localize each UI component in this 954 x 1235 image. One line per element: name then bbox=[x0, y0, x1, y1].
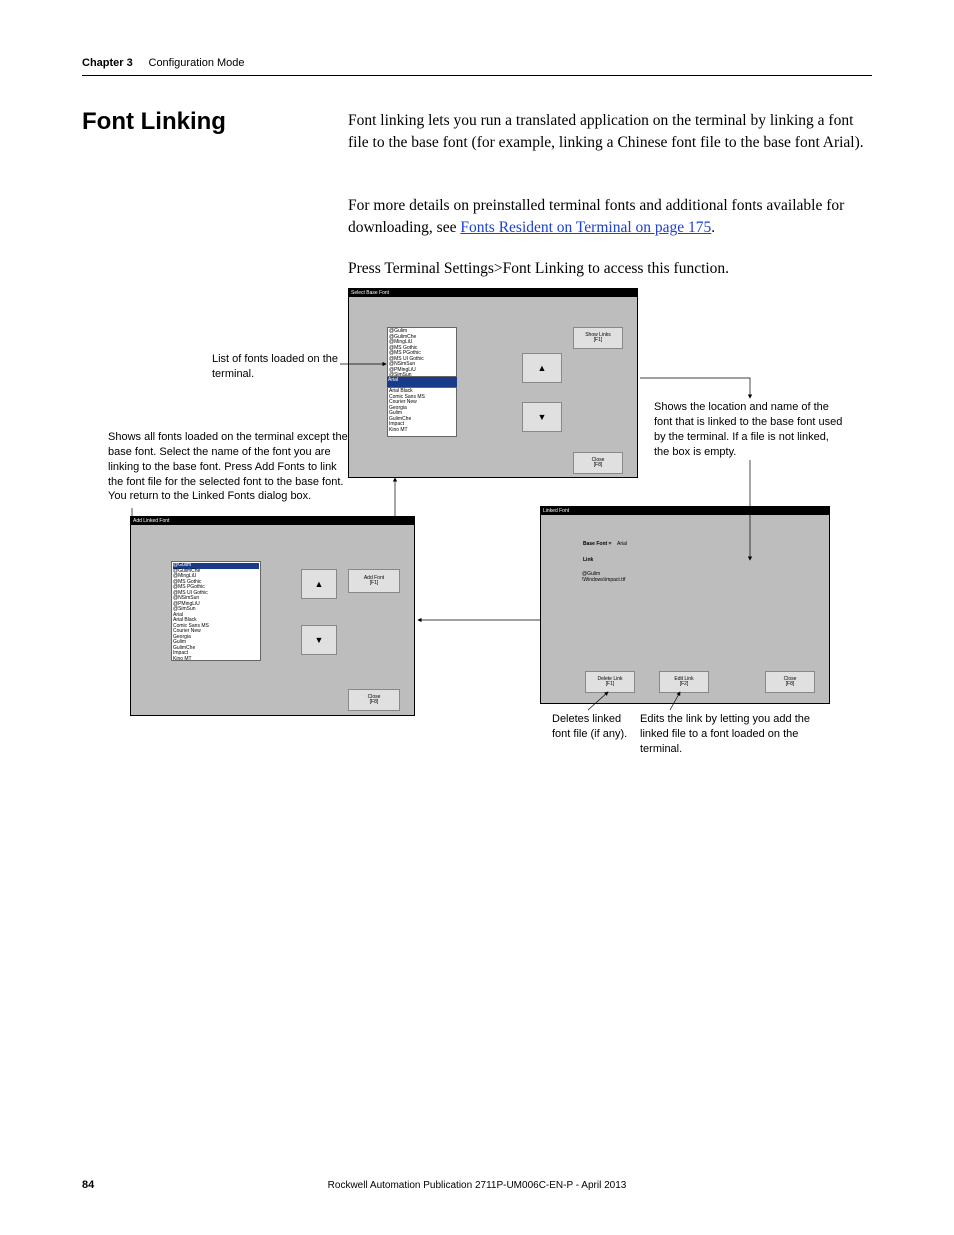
titlebar: Linked Font bbox=[541, 507, 829, 515]
list-item[interactable]: Kino MT bbox=[389, 427, 408, 433]
font-listbox-lower[interactable]: Arial Black Comic Sans MS Courier New Ge… bbox=[387, 387, 457, 437]
body-para-1: Font linking lets you run a translated a… bbox=[348, 110, 872, 155]
add-font-button[interactable]: Add Font [F1] bbox=[348, 569, 400, 593]
section-title: Font Linking bbox=[82, 108, 226, 136]
scroll-down-button[interactable]: ▼ bbox=[522, 402, 562, 432]
screenshot-add-linked-font: Add Linked Font @Gulim @GulimChe @MingLi… bbox=[130, 516, 415, 716]
chevron-up-icon: ▲ bbox=[315, 580, 324, 589]
chevron-up-icon: ▲ bbox=[538, 364, 547, 373]
body-para-2: For more details on preinstalled termina… bbox=[348, 195, 872, 240]
screenshot-linked-font: Linked Font Base Font = Arial Link @Guli… bbox=[540, 506, 830, 704]
titlebar: Add Linked Font bbox=[131, 517, 414, 525]
body-para-3: Press Terminal Settings>Font Linking to … bbox=[348, 258, 872, 280]
chevron-down-icon: ▼ bbox=[538, 413, 547, 422]
base-font-label: Base Font = Arial bbox=[583, 541, 627, 547]
list-item[interactable]: Kino MT bbox=[173, 656, 192, 662]
close-button[interactable]: Close [F8] bbox=[765, 671, 815, 693]
scroll-down-button[interactable]: ▼ bbox=[301, 625, 337, 655]
scroll-up-button[interactable]: ▲ bbox=[301, 569, 337, 599]
scroll-up-button[interactable]: ▲ bbox=[522, 353, 562, 383]
page-header: Chapter 3 Configuration Mode bbox=[82, 54, 872, 76]
link-listbox[interactable]: @Gulim \Windows\impact.ttf bbox=[581, 571, 721, 587]
annotation-deletes-link: Deletes linked font file (if any). bbox=[552, 712, 632, 742]
delete-link-button[interactable]: Delete Link [F1] bbox=[585, 671, 635, 693]
annotation-shows-location: Shows the location and name of the font … bbox=[654, 400, 844, 459]
close-button[interactable]: Close [F8] bbox=[348, 689, 400, 711]
show-links-button[interactable]: Show Links [F1] bbox=[573, 327, 623, 349]
font-listbox[interactable]: @Gulim @GulimChe @MingLiU @MS Gothic @MS… bbox=[171, 561, 261, 661]
annotation-list-fonts: List of fonts loaded on the terminal. bbox=[212, 352, 342, 382]
annotation-edits-link: Edits the link by letting you add the li… bbox=[640, 712, 840, 757]
screenshot-select-base-font: Select Base Font @Gulim @GulimChe @MingL… bbox=[348, 288, 638, 478]
font-listbox-upper[interactable]: @Gulim @GulimChe @MingLiU @MS Gothic @MS… bbox=[387, 327, 457, 377]
publication-footer: Rockwell Automation Publication 2711P-UM… bbox=[0, 1180, 954, 1191]
link-fonts-resident[interactable]: Fonts Resident on Terminal on page 175 bbox=[460, 219, 711, 236]
para2-text-b: . bbox=[711, 219, 715, 236]
font-selected[interactable]: Arial bbox=[387, 377, 457, 387]
annotation-shows-all-fonts: Shows all fonts loaded on the terminal e… bbox=[108, 430, 348, 504]
chevron-down-icon: ▼ bbox=[315, 636, 324, 645]
close-button[interactable]: Close [F8] bbox=[573, 452, 623, 474]
list-item[interactable]: \Windows\impact.ttf bbox=[582, 577, 625, 583]
chapter-number: Chapter 3 bbox=[82, 57, 133, 69]
titlebar: Select Base Font bbox=[349, 289, 637, 297]
edit-link-button[interactable]: Edit Link [F2] bbox=[659, 671, 709, 693]
chapter-title: Configuration Mode bbox=[149, 57, 245, 69]
link-label: Link bbox=[583, 557, 593, 563]
